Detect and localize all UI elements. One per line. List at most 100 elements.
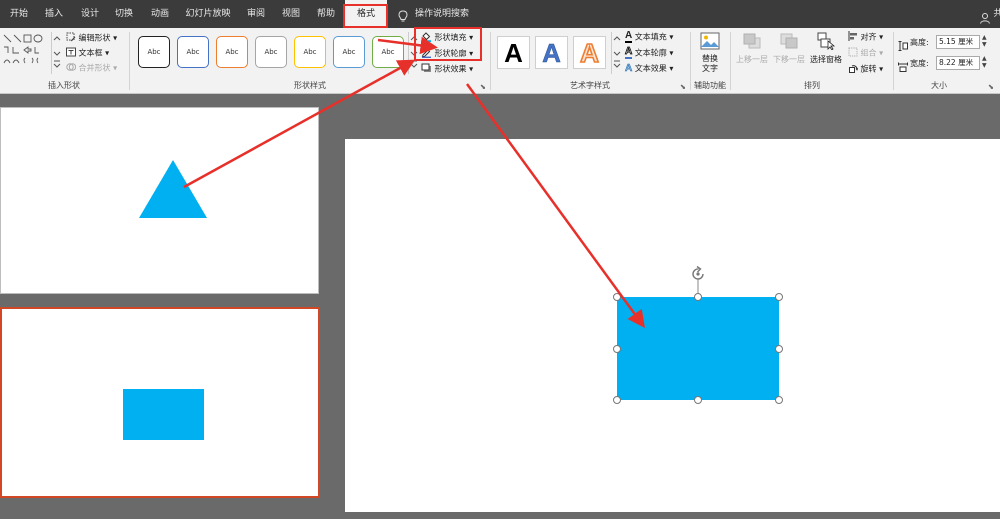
text-effects-label: 文本效果 [634, 64, 667, 73]
slide-thumbnail-triangle[interactable] [0, 107, 319, 294]
triangle-shape [139, 160, 207, 218]
dialog-launcher-icon[interactable]: ⬊ [480, 83, 486, 91]
text-effects-icon: A [625, 62, 633, 74]
send-backward-icon [779, 32, 799, 54]
tell-me-search[interactable]: 操作说明搜索 [414, 0, 470, 28]
group-label-insert-shapes: 插入形状 [48, 81, 80, 90]
resize-handle-bottom-left[interactable] [613, 396, 621, 404]
resize-handle-top[interactable] [694, 293, 702, 301]
resize-handle-left[interactable] [613, 345, 621, 353]
tab-review[interactable]: 审阅 [242, 0, 270, 28]
bring-forward-icon [742, 32, 762, 54]
group-objects-button[interactable]: 组合 ▾ [848, 47, 883, 59]
wordart-style-sample[interactable]: A [497, 36, 530, 69]
resize-handle-top-left[interactable] [613, 293, 621, 301]
paint-bucket-icon [421, 31, 432, 44]
group-label-accessibility: 辅助功能 [694, 81, 726, 90]
group-separator [490, 32, 491, 90]
dialog-launcher-icon[interactable]: ⬊ [988, 83, 994, 91]
shape-style-swatch[interactable]: Abc [177, 36, 209, 68]
shape-style-swatch[interactable]: Abc [138, 36, 170, 68]
wordart-gallery-scroll[interactable] [611, 32, 621, 74]
shape-style-gallery-scroll[interactable] [408, 32, 418, 74]
tab-slideshow[interactable]: 幻灯片放映 [182, 0, 234, 28]
pencil-icon [421, 47, 432, 60]
group-objects-label: 组合 [860, 48, 877, 58]
bring-forward-button[interactable]: 上移一层 [734, 32, 770, 78]
slide-thumbnail-pane [0, 95, 334, 519]
shape-style-swatch[interactable]: Abc [216, 36, 248, 68]
merge-shapes-button[interactable]: 合并形状 ▾ [66, 62, 117, 74]
group-label-size: 大小 [931, 81, 947, 90]
shape-effects-icon [421, 63, 432, 75]
height-input[interactable]: 5.15 厘米 [936, 35, 980, 49]
text-box-label: 文本框 [78, 48, 103, 58]
width-spinner-icon[interactable]: ▲ ▼ [982, 55, 987, 69]
shape-fill-button[interactable]: 形状填充 ▾ [421, 31, 473, 44]
tab-view[interactable]: 视图 [277, 0, 305, 28]
slide-thumbnail-rectangle[interactable] [0, 307, 320, 498]
alt-text-label-line1: 替换 [702, 54, 718, 63]
tab-help[interactable]: 帮助 [312, 0, 340, 28]
send-backward-button[interactable]: 下移一层 [771, 32, 807, 78]
alt-text-icon [700, 32, 720, 54]
tab-transitions[interactable]: 切换 [110, 0, 138, 28]
height-icon [898, 36, 908, 55]
ribbon-tab-bar: 开始 插入 设计 切换 动画 幻灯片放映 审阅 视图 帮助 格式 操作说明搜索 … [0, 0, 1000, 28]
align-icon [848, 31, 858, 43]
send-backward-label: 下移一层 [773, 55, 805, 64]
dialog-launcher-icon[interactable]: ⬊ [680, 83, 686, 91]
align-button[interactable]: 对齐 ▾ [848, 31, 883, 43]
shape-gallery-scroll[interactable] [51, 32, 61, 74]
text-fill-label: 文本填充 [634, 32, 667, 42]
text-fill-button[interactable]: A 文本填充 ▾ [625, 31, 673, 43]
height-label: 高度: [910, 38, 929, 47]
group-objects-icon [848, 47, 858, 59]
edit-shape-icon [66, 32, 76, 44]
shape-style-swatch[interactable]: Abc [294, 36, 326, 68]
shape-effects-button[interactable]: 形状效果 ▾ [421, 63, 473, 75]
width-input[interactable]: 8.22 厘米 [936, 56, 980, 70]
share-label[interactable]: 共 [992, 0, 1000, 28]
text-outline-button[interactable]: A 文本轮廓 ▾ [625, 46, 673, 59]
slide-editing-area [335, 95, 1000, 519]
tab-animations[interactable]: 动画 [146, 0, 174, 28]
shape-style-swatch[interactable]: Abc [255, 36, 287, 68]
tab-design[interactable]: 设计 [76, 0, 104, 28]
format-ribbon: 编辑形状 ▾ 文本框 ▾ 合并形状 ▾ 插入形状 Abc Abc Abc Abc Abc… [0, 28, 1000, 94]
text-box-icon [66, 47, 76, 59]
wordart-style-sample[interactable]: A [535, 36, 568, 69]
rotate-handle-icon[interactable] [692, 265, 704, 280]
resize-handle-top-right[interactable] [775, 293, 783, 301]
tab-home[interactable]: 开始 [6, 0, 32, 28]
group-label-arrange: 排列 [804, 81, 820, 90]
resize-handle-bottom-right[interactable] [775, 396, 783, 404]
edit-shape-button[interactable]: 编辑形状 ▾ [66, 32, 117, 44]
shape-style-swatch[interactable]: Abc [333, 36, 365, 68]
selection-pane-button[interactable]: 选择窗格 [808, 32, 844, 78]
resize-handle-bottom[interactable] [694, 396, 702, 404]
width-label: 宽度: [910, 59, 929, 68]
alt-text-button[interactable]: 替换 文字 [693, 32, 727, 78]
shape-outline-button[interactable]: 形状轮廓 ▾ [421, 47, 473, 60]
text-box-button[interactable]: 文本框 ▾ [66, 47, 109, 59]
rotate-label: 旋转 [860, 64, 877, 74]
person-icon[interactable] [980, 9, 990, 28]
group-label-shape-styles: 形状样式 [294, 81, 326, 90]
wordart-style-sample[interactable]: A [573, 36, 606, 69]
height-spinner-icon[interactable]: ▲ ▼ [982, 34, 987, 48]
shape-gallery[interactable] [2, 33, 50, 73]
tab-format[interactable]: 格式 [345, 0, 387, 28]
text-effects-button[interactable]: A 文本效果 ▾ [625, 62, 674, 74]
text-outline-icon: A [625, 46, 633, 59]
lightbulb-icon [398, 8, 408, 27]
merge-shapes-label: 合并形状 [78, 63, 111, 73]
resize-handle-right[interactable] [775, 345, 783, 353]
slide-canvas[interactable] [345, 139, 1000, 512]
bring-forward-label: 上移一层 [736, 55, 768, 64]
shape-style-swatch[interactable]: Abc [372, 36, 404, 68]
width-icon [898, 57, 908, 76]
selected-rectangle-shape[interactable] [617, 297, 779, 400]
tab-insert[interactable]: 插入 [40, 0, 68, 28]
rotate-button[interactable]: 旋转 ▾ [848, 63, 883, 75]
